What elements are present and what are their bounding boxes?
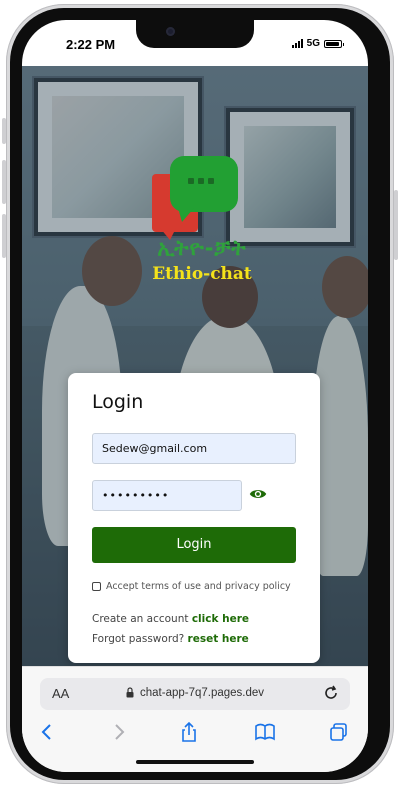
password-field[interactable] [92, 480, 242, 511]
create-account-link[interactable]: click here [192, 613, 249, 625]
login-button[interactable]: Login [92, 527, 296, 563]
back-icon[interactable] [36, 721, 58, 743]
login-title: Login [92, 391, 144, 413]
address-bar[interactable]: AA chat-app-7q7.pages.dev [40, 678, 350, 710]
browser-nav [22, 721, 368, 747]
browser-toolbar: AA chat-app-7q7.pages.dev [22, 666, 368, 772]
signal-icon [291, 39, 303, 48]
login-card: Login Login Accept terms of use and priv… [68, 373, 320, 663]
create-account-text: Create an account [92, 613, 189, 625]
chat-bubble-icon-green [170, 156, 238, 212]
mute-switch [2, 118, 6, 144]
url-text: chat-app-7q7.pages.dev [140, 687, 265, 699]
bookmarks-icon[interactable] [254, 721, 276, 743]
reset-password-link[interactable]: reset here [188, 633, 249, 645]
volume-down-button [2, 214, 6, 258]
email-field[interactable] [92, 433, 296, 464]
notch [136, 20, 254, 48]
forgot-password-row: Forgot password? reset here [92, 633, 249, 645]
front-camera [166, 27, 175, 36]
background-photo: ኢትዮ-ቻት Ethio-chat Login Login Accept ter… [22, 66, 368, 666]
terms-row: Accept terms of use and privacy policy [92, 581, 291, 592]
typing-dots [188, 178, 214, 184]
app-logo: ኢትዮ-ቻት Ethio-chat [150, 154, 254, 304]
phone-bezel: 2:22 PM 5G ኢትዮ-ቻት Ethio-chat Login Sedew… [10, 8, 390, 780]
network-label: 5G [306, 38, 320, 49]
status-time: 2:22 PM [66, 37, 116, 52]
tabs-icon[interactable] [328, 721, 350, 743]
logo-amharic-text: ኢትዮ-ቻት [157, 236, 247, 260]
forward-icon[interactable] [108, 721, 130, 743]
status-icons: 5G [291, 38, 344, 49]
terms-label: Accept terms of use and privacy policy [106, 581, 291, 592]
power-button [394, 190, 398, 260]
battery-icon [324, 39, 344, 48]
volume-up-button [2, 160, 6, 204]
terms-checkbox[interactable] [92, 582, 101, 591]
lock-icon [126, 687, 134, 698]
logo-brand-text: Ethio-chat [152, 264, 252, 284]
reload-icon[interactable] [322, 684, 340, 702]
screen: 2:22 PM 5G ኢትዮ-ቻት Ethio-chat Login Sedew… [22, 20, 368, 772]
create-account-row: Create an account click here [92, 613, 249, 625]
text-size-button[interactable]: AA [52, 686, 69, 701]
home-indicator [136, 760, 254, 764]
eye-icon[interactable] [249, 487, 267, 501]
share-icon[interactable] [178, 721, 200, 743]
forgot-password-text: Forgot password? [92, 633, 185, 645]
